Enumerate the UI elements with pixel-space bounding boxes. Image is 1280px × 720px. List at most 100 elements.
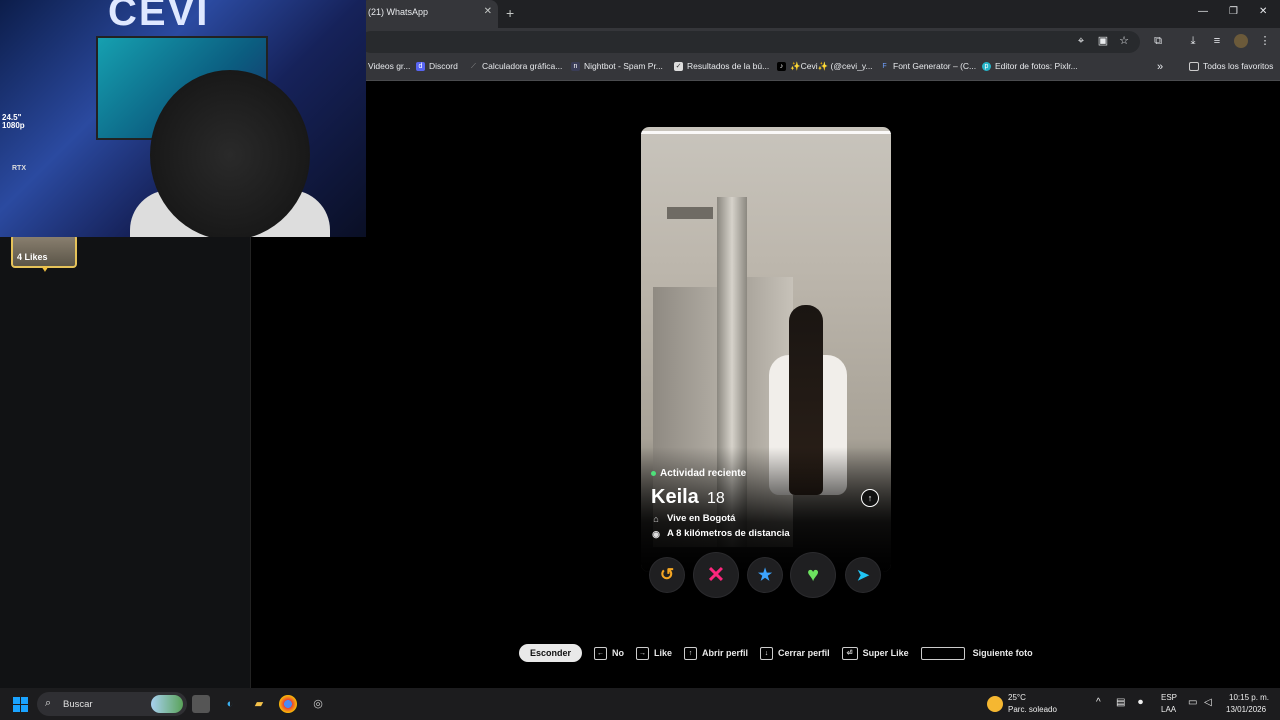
pixlr-icon: p [982,61,991,71]
app-icon[interactable]: ◎ [309,695,327,713]
location-pin-icon: ◉ [652,528,660,539]
profile-card[interactable]: Actividad reciente Keila 18 ↑ ⌂ Vive en … [641,127,891,572]
star-icon[interactable]: ☆ [1117,34,1131,48]
webcam-brand-logo: CEVI [108,0,210,34]
chevron-right-icon[interactable]: » [1157,61,1163,73]
hide-shortcuts-button[interactable]: Esconder [519,644,583,662]
gpu-label: RTX [12,165,26,172]
close-icon[interactable]: ✕ [484,6,492,17]
new-tab-icon[interactable]: + [506,5,514,21]
monitor-label: 24.5" 1080p [2,113,25,130]
photo-gradient [641,447,891,572]
photo-vent [667,207,713,219]
tab-title: (21) WhatsApp [368,7,429,17]
shortcut-no: ← No [594,646,624,660]
likes-label: 4 Likes [17,252,48,262]
clock-time[interactable]: 10:15 p. m. [1229,693,1269,702]
right-arrow-key-icon: → [636,646,650,660]
distance-row: ◉ A 8 kilómetros de distancia [652,528,790,539]
bookmark-6[interactable]: F Font Generator – (C... [880,61,976,71]
language-layout[interactable]: LAA [1161,705,1176,714]
streamer-head [150,70,310,237]
discord-icon: d [416,61,425,71]
language-code[interactable]: ESP [1161,693,1177,702]
window-close-icon[interactable]: ✕ [1259,6,1267,17]
calculator-icon: ⟋ [471,62,476,70]
bookmark-1[interactable]: d Discord [416,61,458,71]
tiktok-icon: ♪ [777,62,786,71]
photo-progress-bar [641,131,891,134]
bookmark-0[interactable]: Videos gr... [368,61,410,71]
bookmark-7[interactable]: p Editor de fotos: Pixlr... [982,61,1078,71]
like-button[interactable]: ♥ [791,553,835,597]
like-icon: ♥ [807,563,819,586]
microphone-icon[interactable]: ⏺ [1138,697,1143,708]
download-icon[interactable]: ⤓ [1186,34,1200,48]
superlike-button[interactable]: ★ [748,558,782,592]
extensions-icon[interactable]: ⧉ [1151,34,1165,48]
shortcut-next-photo: Siguiente foto [920,646,1033,660]
bookmark-4[interactable]: ✓ Resultados de la bú... [674,61,769,71]
up-arrow-key-icon: ↑ [684,646,698,660]
webcam-overlay: CEVI 24.5" 1080p RTX [0,0,366,237]
all-bookmarks[interactable]: Todos los favoritos [1189,61,1273,71]
restore-icon[interactable]: ❐ [1229,6,1238,17]
shortcut-super-like: ⏎ Super Like [841,646,909,660]
tray-app-icon[interactable]: ▤ [1116,697,1125,708]
open-profile-button[interactable]: ↑ [861,489,879,507]
down-arrow-key-icon: ↓ [760,646,774,660]
media-icon[interactable]: ≡ [1210,34,1224,48]
shortcuts-bar: Esconder ← No → Like ↑ Abrir perfil ↓ Cerrar… [519,643,1045,663]
chevron-up-icon[interactable]: ^ [1096,697,1101,708]
cast-icon[interactable]: ▣ [1096,34,1110,48]
volume-icon[interactable]: ◁ [1204,697,1212,708]
lives-in-row: ⌂ Vive en Bogotá [651,513,735,524]
taskbar: ⌕ Buscar ◐ ▰ ◎ 25°C Parc. soleado ^ ▤ ⏺ … [0,688,1280,720]
clock-date[interactable]: 13/01/2026 [1226,705,1266,714]
enter-key-icon: ⏎ [841,646,858,660]
weather-sun-icon [987,696,1003,712]
search-placeholder: Buscar [63,699,93,710]
address-bar[interactable] [360,31,1140,53]
network-icon[interactable]: ▭ [1188,697,1197,708]
task-view-icon[interactable] [192,695,210,713]
tab-whatsapp[interactable]: (21) WhatsApp ✕ [360,0,498,28]
profile-name: Keila [651,486,699,508]
bookmark-3[interactable]: n Nightbot - Spam Pr... [571,61,663,71]
space-key-icon [920,646,965,660]
nope-button[interactable]: ✕ [694,553,738,597]
font-icon: F [882,62,887,70]
online-dot-icon [651,471,656,476]
shortcut-like: → Like [636,646,672,660]
nightbot-icon: n [571,61,580,71]
profile-avatar-icon[interactable] [1234,34,1248,48]
shortcut-close-profile: ↓ Cerrar perfil [760,646,830,660]
activity-status: Actividad reciente [651,468,746,479]
likes-card[interactable]: 4 Likes [11,234,77,268]
search-highlight-icon [151,695,183,713]
chrome-icon[interactable] [279,695,297,713]
temperature: 25°C [1008,693,1026,702]
minimize-icon[interactable]: — [1198,6,1208,17]
profile-age: 18 [707,490,725,507]
bookmark-5[interactable]: ♪ ✨Cevi✨ (@cevi_y... [777,61,873,72]
taskbar-search[interactable]: ⌕ Buscar [37,692,187,716]
file-explorer-icon[interactable]: ▰ [250,695,268,713]
shortcut-open-profile: ↑ Abrir perfil [684,646,748,660]
boost-icon: ➤ [856,567,870,584]
nope-icon: ✕ [706,562,726,587]
bookmark-2[interactable]: ⟋ Calculadora gráfica... [469,61,562,71]
windows-start-icon[interactable] [13,697,28,712]
location-icon[interactable]: ⌖ [1074,34,1088,48]
home-icon: ⌂ [653,513,659,524]
search-icon: ⌕ [45,697,52,709]
edge-icon[interactable]: ◐ [221,695,239,713]
boost-button[interactable]: ➤ [846,558,880,592]
gold-heart-icon: ♥ [42,264,48,275]
folder-icon [1189,61,1199,71]
rewind-icon: ↺ [659,565,675,584]
rewind-button[interactable]: ↺ [650,558,684,592]
search-results-icon: ✓ [674,61,683,71]
menu-icon[interactable]: ⋮ [1258,34,1272,48]
weather-text: Parc. soleado [1008,705,1057,714]
